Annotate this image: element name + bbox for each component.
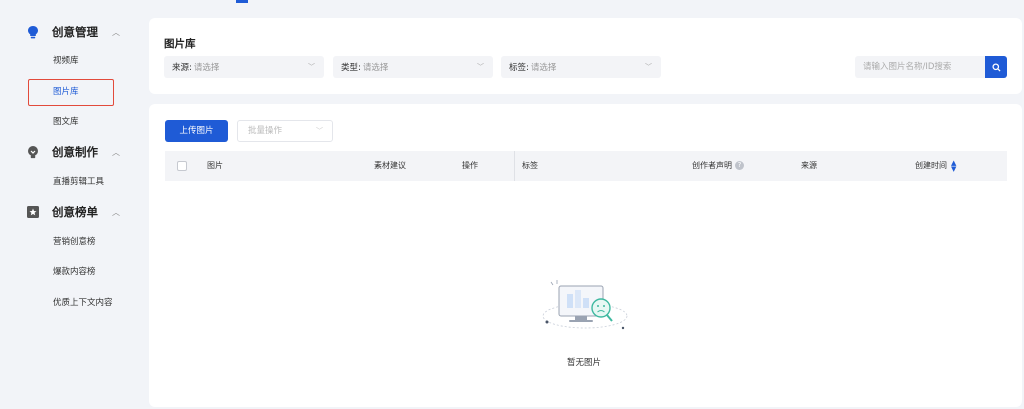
search-icon <box>991 62 1001 72</box>
sidebar: 创意管理 ︿ 视频库 图片库 图文库 创意制作 ︿ 直播剪辑工具 创意榜单 ︿ … <box>0 0 142 409</box>
active-tab-indicator <box>236 0 248 3</box>
sidebar-item-hot-content-ranking[interactable]: 爆款内容榜 <box>53 265 96 279</box>
column-header-tags: 标签 <box>522 161 538 170</box>
sidebar-item-marketing-ranking[interactable]: 营销创意榜 <box>53 235 96 249</box>
bulb-icon <box>28 26 38 39</box>
sidebar-item-video-library[interactable]: 视频库 <box>53 54 79 68</box>
type-filter[interactable]: 类型: 请选择 ﹀ <box>333 56 493 78</box>
chevron-down-icon: ﹀ <box>308 63 315 71</box>
table-header: 图片 素材建议 操作 标签 创作者声明? 来源 创建时间 ▲ ▼ <box>165 151 1007 181</box>
tag-filter-label: 标签: <box>509 63 529 73</box>
image-list-card: 上传图片 批量操作 ﹀ 图片 素材建议 操作 标签 创作者声明? 来源 创建时间… <box>149 104 1022 407</box>
source-filter-label: 来源: <box>172 63 192 73</box>
page-title: 图片库 <box>164 38 196 50</box>
sidebar-group-label: 创意制作 <box>52 145 98 159</box>
source-filter-value: 请选择 <box>193 63 220 73</box>
sidebar-group-creative-management[interactable]: 创意管理 ︿ <box>26 22 120 42</box>
select-all-checkbox[interactable] <box>177 161 187 171</box>
batch-operation-dropdown[interactable]: 批量操作 ﹀ <box>237 120 333 142</box>
sidebar-item-image-library[interactable]: 图片库 <box>53 85 79 99</box>
created-time-label: 创建时间 <box>915 161 947 170</box>
tag-filter-value: 请选择 <box>530 63 557 73</box>
column-header-creator-statement: 创作者声明? <box>692 151 744 181</box>
column-header-source: 来源 <box>801 161 817 170</box>
chevron-up-icon[interactable]: ︿ <box>112 27 120 38</box>
column-divider <box>514 151 515 181</box>
sidebar-group-creative-rankings[interactable]: 创意榜单 ︿ <box>26 202 120 222</box>
chevron-down-icon: ﹀ <box>477 63 484 71</box>
sidebar-group-label: 创意管理 <box>52 25 98 39</box>
type-filter-label: 类型: <box>341 63 361 73</box>
sidebar-item-quality-context[interactable]: 优质上下文内容 <box>53 296 113 310</box>
batch-operation-label: 批量操作 <box>248 126 283 136</box>
ranking-icon <box>27 206 39 218</box>
column-header-image: 图片 <box>207 161 223 170</box>
search-input[interactable]: 请输入图片名称/ID搜索 <box>855 56 985 78</box>
help-icon[interactable]: ? <box>735 161 744 170</box>
upload-image-button[interactable]: 上传图片 <box>165 120 228 142</box>
column-header-created-time[interactable]: 创建时间 ▲ ▼ <box>915 151 956 181</box>
lightbulb-tool-icon <box>28 146 38 159</box>
column-header-material-advice: 素材建议 <box>374 161 406 170</box>
source-filter[interactable]: 来源: 请选择 ﹀ <box>164 56 324 78</box>
tag-filter[interactable]: 标签: 请选择 ﹀ <box>501 56 661 78</box>
column-header-actions: 操作 <box>462 161 478 170</box>
type-filter-value: 请选择 <box>362 63 389 73</box>
sidebar-group-label: 创意榜单 <box>52 205 98 219</box>
chevron-up-icon[interactable]: ︿ <box>112 207 120 218</box>
chevron-down-icon: ﹀ <box>645 63 652 71</box>
chevron-up-icon[interactable]: ︿ <box>112 147 120 158</box>
empty-state-text: 暂无图片 <box>566 358 601 368</box>
search-button[interactable] <box>985 56 1007 78</box>
sidebar-item-article-library[interactable]: 图文库 <box>53 115 79 129</box>
filter-card: 图片库 来源: 请选择 ﹀ 类型: 请选择 ﹀ 标签: 请选择 ﹀ 请输入图片名… <box>149 18 1022 94</box>
empty-state-illustration <box>542 280 628 330</box>
chevron-down-icon: ﹀ <box>316 127 323 135</box>
creator-statement-label: 创作者声明 <box>692 161 732 170</box>
sidebar-item-live-clip-tool[interactable]: 直播剪辑工具 <box>53 175 104 189</box>
sidebar-group-creative-production[interactable]: 创意制作 ︿ <box>26 142 120 162</box>
sort-icon[interactable]: ▲ ▼ <box>951 159 956 172</box>
